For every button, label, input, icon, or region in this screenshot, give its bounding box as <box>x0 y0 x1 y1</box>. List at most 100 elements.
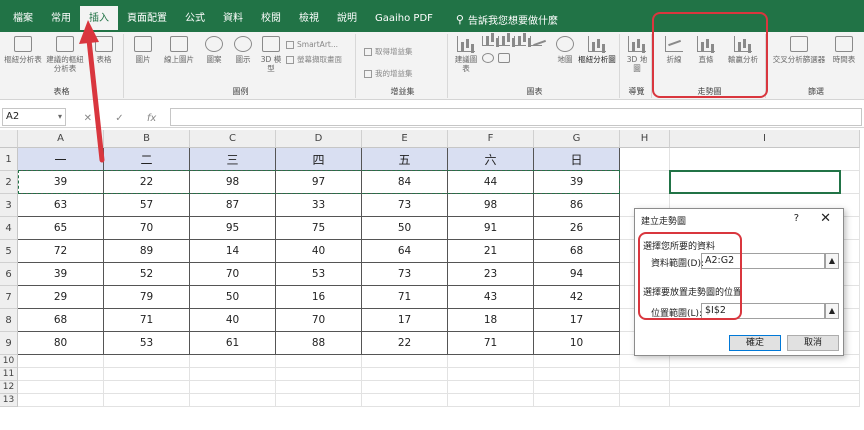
row-header[interactable]: 7 <box>0 286 18 309</box>
data-cell[interactable] <box>18 355 104 368</box>
row-header[interactable]: 9 <box>0 332 18 355</box>
icons-button[interactable]: 圖示 <box>230 36 256 64</box>
tab-home[interactable]: 常用 <box>42 6 80 32</box>
data-cell[interactable]: 53 <box>276 263 362 286</box>
data-cell[interactable] <box>620 381 670 394</box>
data-cell[interactable] <box>534 368 620 381</box>
data-cell[interactable]: 10 <box>534 332 620 355</box>
data-cell[interactable]: 87 <box>190 194 276 217</box>
data-cell[interactable]: 68 <box>18 309 104 332</box>
data-cell[interactable]: 44 <box>448 171 534 194</box>
recommended-pivot-button[interactable]: 建議的樞紐分析表 <box>46 36 84 73</box>
data-cell[interactable] <box>190 381 276 394</box>
tab-formulas[interactable]: 公式 <box>176 6 214 32</box>
range-picker-icon[interactable]: ▲ <box>825 253 839 269</box>
tab-page-layout[interactable]: 頁面配置 <box>118 6 176 32</box>
data-cell[interactable] <box>534 381 620 394</box>
data-cell[interactable]: 73 <box>362 194 448 217</box>
header-cell[interactable]: 三 <box>190 148 276 171</box>
data-cell[interactable]: 42 <box>534 286 620 309</box>
data-cell[interactable]: 98 <box>448 194 534 217</box>
tab-gaaiho-pdf[interactable]: Gaaiho PDF <box>366 6 442 32</box>
data-cell[interactable]: 39 <box>18 263 104 286</box>
data-cell[interactable] <box>276 368 362 381</box>
slicer-button[interactable]: 交叉分析篩選器 <box>772 36 826 64</box>
tell-me-box[interactable]: ⚲ 告訴我您想要做什麼 <box>456 12 558 27</box>
data-cell[interactable]: 95 <box>190 217 276 240</box>
data-cell[interactable] <box>448 355 534 368</box>
data-cell[interactable]: 22 <box>104 171 190 194</box>
data-cell[interactable] <box>670 355 860 368</box>
scatter-chart-icon[interactable] <box>498 53 510 63</box>
data-cell[interactable] <box>620 355 670 368</box>
data-cell[interactable] <box>18 368 104 381</box>
close-icon[interactable]: ✕ <box>820 211 831 226</box>
data-cell[interactable]: 71 <box>448 332 534 355</box>
data-cell[interactable]: 33 <box>276 194 362 217</box>
header-cell[interactable]: 四 <box>276 148 362 171</box>
data-cell[interactable] <box>534 394 620 407</box>
data-cell[interactable]: 68 <box>534 240 620 263</box>
data-cell[interactable]: 22 <box>362 332 448 355</box>
pivot-table-button[interactable]: 樞紐分析表 <box>4 36 42 64</box>
data-cell[interactable] <box>362 355 448 368</box>
column-header[interactable]: I <box>670 130 860 148</box>
row-header[interactable]: 11 <box>0 368 18 381</box>
location-range-input[interactable]: $I$2 <box>701 303 825 319</box>
data-cell[interactable] <box>18 394 104 407</box>
data-cell[interactable]: 84 <box>362 171 448 194</box>
data-cell[interactable] <box>104 368 190 381</box>
name-box[interactable]: A2 ▾ <box>2 108 66 126</box>
data-cell[interactable]: 17 <box>362 309 448 332</box>
data-cell[interactable] <box>448 381 534 394</box>
data-cell[interactable]: 79 <box>104 286 190 309</box>
data-cell[interactable]: 61 <box>190 332 276 355</box>
recommended-charts-button[interactable]: 建議圖表 <box>452 36 480 73</box>
pictures-button[interactable]: 圖片 <box>128 36 158 64</box>
header-cell[interactable]: 二 <box>104 148 190 171</box>
row-header[interactable]: 6 <box>0 263 18 286</box>
data-cell[interactable]: 72 <box>18 240 104 263</box>
data-cell[interactable] <box>276 355 362 368</box>
column-header[interactable]: D <box>276 130 362 148</box>
location-picker-icon[interactable]: ▲ <box>825 303 839 319</box>
data-cell[interactable]: 75 <box>276 217 362 240</box>
check-icon[interactable]: ✓ <box>115 113 123 124</box>
data-cell[interactable]: 21 <box>448 240 534 263</box>
data-cell[interactable]: 50 <box>362 217 448 240</box>
row-header[interactable]: 13 <box>0 394 18 407</box>
data-cell[interactable] <box>670 148 860 171</box>
data-cell[interactable]: 53 <box>104 332 190 355</box>
row-header[interactable]: 1 <box>0 148 18 171</box>
tab-help[interactable]: 說明 <box>328 6 366 32</box>
shapes-button[interactable]: 圖案 <box>200 36 228 64</box>
data-cell[interactable] <box>190 368 276 381</box>
column-header[interactable]: E <box>362 130 448 148</box>
data-cell[interactable] <box>670 381 860 394</box>
data-cell[interactable]: 94 <box>534 263 620 286</box>
column-chart-icon[interactable] <box>482 36 494 46</box>
data-cell[interactable]: 98 <box>190 171 276 194</box>
data-cell[interactable] <box>362 394 448 407</box>
header-cell[interactable]: 五 <box>362 148 448 171</box>
column-header[interactable]: G <box>534 130 620 148</box>
data-cell[interactable] <box>670 368 860 381</box>
3d-models-button[interactable]: 3D 模型 <box>258 36 284 73</box>
online-pictures-button[interactable]: 線上圖片 <box>160 36 198 64</box>
pie-chart-icon[interactable] <box>482 53 494 63</box>
column-header[interactable]: F <box>448 130 534 148</box>
winloss-sparkline-button[interactable]: 輸贏分析 <box>724 36 762 64</box>
data-cell[interactable] <box>620 148 670 171</box>
tab-insert[interactable]: 插入 <box>80 6 118 32</box>
data-cell[interactable] <box>620 171 670 194</box>
row-header[interactable]: 2 <box>0 171 18 194</box>
data-cell[interactable]: 89 <box>104 240 190 263</box>
screenshot-button[interactable]: 螢幕擷取畫面 <box>286 54 342 65</box>
data-cell[interactable]: 97 <box>276 171 362 194</box>
data-cell[interactable]: 70 <box>276 309 362 332</box>
help-icon[interactable]: ? <box>794 213 799 224</box>
data-cell[interactable] <box>620 394 670 407</box>
data-cell[interactable]: 40 <box>190 309 276 332</box>
data-cell[interactable] <box>670 394 860 407</box>
3d-map-button[interactable]: 3D 地圖 <box>624 36 650 73</box>
